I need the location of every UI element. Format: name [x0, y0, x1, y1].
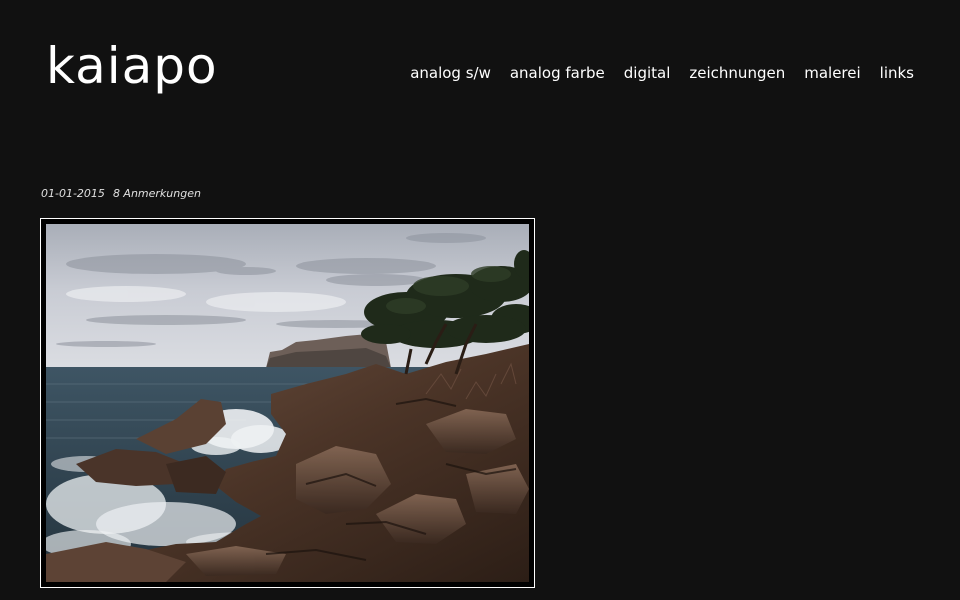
nav-digital[interactable]: digital: [624, 62, 671, 84]
coastal-photo-icon: [46, 224, 529, 582]
main-nav: analog s/w analog farbe digital zeichnun…: [410, 62, 914, 84]
nav-analog-sw[interactable]: analog s/w: [410, 62, 491, 84]
nav-analog-farbe[interactable]: analog farbe: [510, 62, 605, 84]
photo-frame: [40, 218, 535, 588]
post-date-link[interactable]: 01-01-2015: [41, 187, 105, 200]
post-photo[interactable]: [46, 224, 529, 582]
post-notes-link[interactable]: 8 Anmerkungen: [113, 187, 201, 200]
nav-links[interactable]: links: [880, 62, 914, 84]
nav-malerei[interactable]: malerei: [804, 62, 860, 84]
nav-zeichnungen[interactable]: zeichnungen: [689, 62, 785, 84]
site-title[interactable]: kaiapo: [46, 34, 218, 98]
post-meta: 01-01-2015 8 Anmerkungen: [41, 186, 201, 202]
